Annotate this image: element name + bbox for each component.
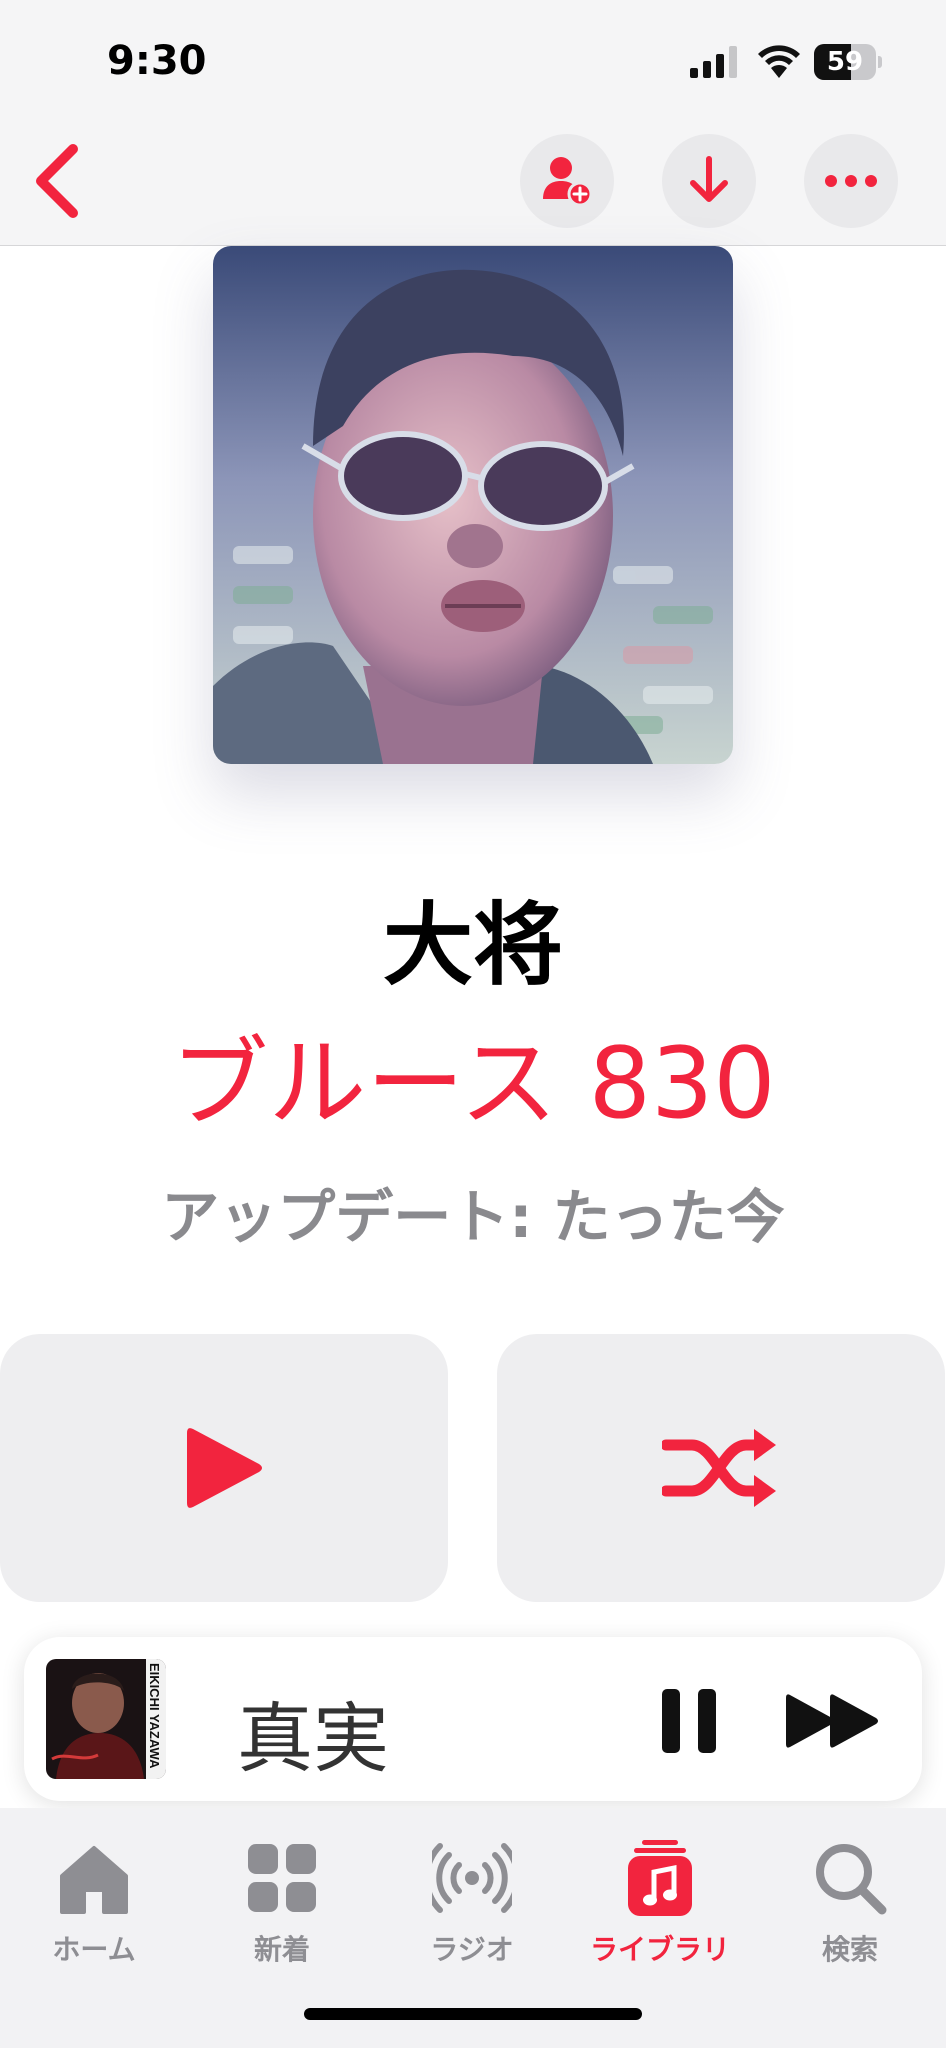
now-playing-artwork[interactable]: EIKICHI YAZAWA: [46, 1659, 166, 1779]
download-button[interactable]: [662, 134, 756, 228]
download-arrow-icon: [690, 156, 728, 202]
tab-new[interactable]: 新着: [202, 1838, 362, 1978]
back-button[interactable]: [22, 138, 92, 224]
navigation-bar: [0, 120, 946, 246]
shuffle-button[interactable]: [497, 1334, 945, 1602]
battery-indicator: 59: [814, 44, 882, 80]
play-icon: [187, 1428, 262, 1508]
more-button[interactable]: [804, 134, 898, 228]
add-user-icon: [543, 157, 593, 207]
album-cover-text: EIKICHI YAZAWA: [147, 1663, 162, 1769]
pause-icon: [662, 1689, 716, 1753]
shuffle-icon: [662, 1429, 776, 1507]
curator-link[interactable]: ブルース 830: [0, 1004, 946, 1146]
tab-search[interactable]: 検索: [770, 1838, 930, 1978]
now-playing-title: 真実: [237, 1694, 389, 1783]
tab-label: 検索: [821, 1933, 878, 1966]
tab-home[interactable]: ホーム: [14, 1838, 174, 1978]
more-ellipsis-icon: [825, 175, 877, 187]
status-bar: 9:30 59: [0, 0, 946, 120]
battery-body: 59: [814, 44, 876, 80]
radio-waves-icon: [432, 1843, 512, 1913]
home-indicator: [304, 2008, 642, 2020]
tab-label: ライブラリ: [589, 1933, 730, 1966]
artwork-image: [213, 246, 733, 764]
battery-cap: [878, 56, 882, 68]
playlist-artwork[interactable]: [213, 246, 733, 764]
add-user-button[interactable]: [520, 134, 614, 228]
fast-forward-icon: [786, 1694, 878, 1748]
status-time: 9:30: [107, 38, 207, 84]
mini-player[interactable]: EIKICHI YAZAWA 真実: [24, 1637, 922, 1801]
magnifier-icon: [816, 1844, 887, 1915]
playlist-title: 大将: [383, 893, 563, 998]
album-cover-image: EIKICHI YAZAWA: [46, 1659, 166, 1779]
update-status: アップデート: たった今: [161, 1183, 785, 1251]
tab-library[interactable]: ライブラリ: [580, 1838, 740, 1978]
play-button[interactable]: [0, 1334, 448, 1602]
pause-button[interactable]: [654, 1683, 724, 1759]
cellular-signal-icon: [690, 46, 737, 78]
wifi-icon: [758, 45, 800, 78]
grid-icon: [248, 1844, 316, 1912]
tab-label: ラジオ: [430, 1933, 514, 1966]
house-icon: [60, 1846, 128, 1914]
tab-radio[interactable]: ラジオ: [392, 1838, 552, 1978]
skip-forward-button[interactable]: [784, 1689, 884, 1753]
music-note-stack-icon: [628, 1840, 692, 1916]
chevron-left-icon: [36, 144, 78, 218]
tab-label: ホーム: [52, 1933, 136, 1966]
tab-label: 新着: [253, 1933, 310, 1966]
battery-level: 59: [826, 47, 864, 77]
